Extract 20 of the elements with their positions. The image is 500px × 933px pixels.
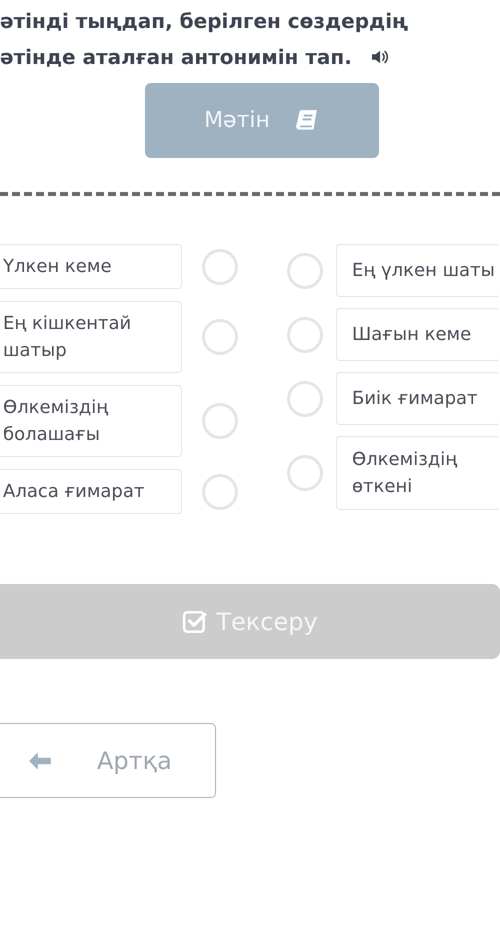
radio-button[interactable] xyxy=(287,252,323,288)
answer-option[interactable]: Ең үлкен шаты xyxy=(336,244,500,297)
answer-option[interactable]: Биік ғимарат xyxy=(336,372,500,425)
answer-option[interactable]: Ең кішкентай шатыр xyxy=(0,301,182,373)
radio-button[interactable] xyxy=(202,248,238,284)
radio-button[interactable] xyxy=(287,316,323,352)
arrow-left-icon xyxy=(27,750,53,772)
radio-button[interactable] xyxy=(202,474,238,510)
radio-button[interactable] xyxy=(287,455,323,491)
answer-option[interactable]: Өлкеміздің болашағы xyxy=(0,385,182,457)
question-title: әтінді тыңдап, берілген сөздердің xyxy=(0,8,408,35)
question-title: әтінде аталған антонимін тап. xyxy=(0,44,352,71)
answer-option[interactable]: Үлкен кеме xyxy=(0,244,182,289)
radio-button[interactable] xyxy=(202,319,238,355)
answer-option[interactable]: Өлкеміздің өткені xyxy=(336,436,500,510)
answer-option[interactable]: Аласа ғимарат xyxy=(0,469,182,514)
radio-button[interactable] xyxy=(202,403,238,439)
radio-button[interactable] xyxy=(287,380,323,416)
answer-option[interactable]: Шағын кеме xyxy=(336,308,500,361)
checkbox-icon xyxy=(182,608,208,634)
